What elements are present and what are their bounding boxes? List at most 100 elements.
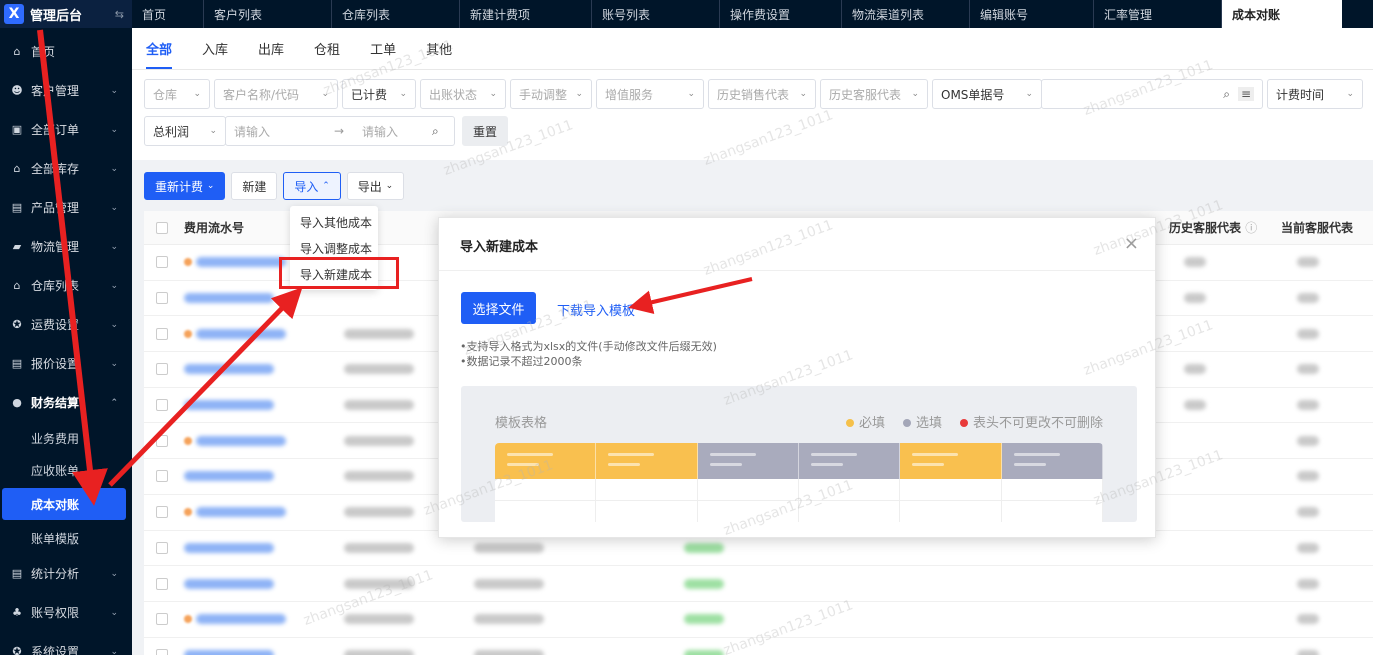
chevron-down-icon: ⌄ [687, 89, 695, 99]
row-checkbox[interactable] [156, 648, 168, 655]
new-button[interactable]: 新建 [231, 172, 278, 200]
top-tab[interactable]: 仓库列表 [332, 0, 460, 28]
profit-range-input[interactable]: 请输入 → 请输入 ⌕ [225, 116, 455, 146]
sidebar-item[interactable]: ⌂ 仓库列表 ⌄ [0, 266, 132, 305]
filter-select[interactable]: 仓库 ⌄ [144, 79, 210, 109]
redacted-cell [1297, 542, 1319, 553]
sidebar-item[interactable]: ✪ 系统设置 ⌄ [0, 632, 132, 655]
template-row [495, 479, 1103, 501]
template-preview: 模板表格 必填 选填 表头不可更改不可删除 [461, 386, 1137, 522]
sub-tab[interactable]: 全部 [146, 39, 173, 69]
row-checkbox[interactable] [156, 470, 168, 483]
filter-select[interactable]: OMS单据号 ⌄ [932, 79, 1042, 109]
range-to-input[interactable]: 请输入 [362, 123, 432, 140]
sidebar-item-label: 首页 [31, 45, 56, 59]
sub-tab[interactable]: 仓租 [314, 39, 340, 69]
row-checkbox[interactable] [156, 541, 168, 554]
row-checkbox[interactable] [156, 506, 168, 519]
profit-select[interactable]: 总利润 ⌄ [144, 116, 226, 146]
sidebar-item[interactable]: ▣ 全部订单 ⌄ [0, 110, 132, 149]
top-tab[interactable]: 新建计费项 [460, 0, 592, 28]
table-row[interactable] [144, 602, 1373, 638]
sidebar-item[interactable]: ⌂ 全部库存 ⌄ [0, 149, 132, 188]
top-tab[interactable]: 客户列表 [204, 0, 332, 28]
sidebar-subitem[interactable]: 成本对账 [2, 488, 126, 520]
filter-select[interactable]: 客户名称/代码 ⌄ [214, 79, 338, 109]
import-menu-item[interactable]: 导入其他成本 [290, 209, 378, 235]
collapse-icon[interactable]: ⇆ [115, 8, 124, 21]
sidebar-item[interactable]: ● 财务结算 ⌃ [0, 383, 132, 422]
search-icon[interactable]: ⌕ [432, 124, 439, 139]
range-from-input[interactable]: 请输入 [234, 123, 334, 140]
sub-tab[interactable]: 入库 [202, 39, 228, 69]
note-format: •支持导入格式为xlsx的文件(手动修改文件后缀无效) [460, 340, 717, 353]
table-row[interactable] [144, 638, 1373, 655]
sidebar-item[interactable]: ☻ 客户管理 ⌄ [0, 71, 132, 110]
row-checkbox[interactable] [156, 613, 168, 626]
close-icon[interactable]: × [1124, 233, 1139, 254]
sidebar-subitem[interactable]: 应收账单 [0, 454, 132, 486]
sidebar-item[interactable]: ▰ 物流管理 ⌄ [0, 227, 132, 266]
filter-select[interactable]: 已计费 ⌄ [342, 79, 416, 109]
sidebar-item-label: 全部库存 [31, 162, 80, 176]
top-tab[interactable]: 操作费设置 [720, 0, 842, 28]
filter-select[interactable]: 增值服务 ⌄ [596, 79, 704, 109]
sidebar-item[interactable]: ⌂ 首页 [0, 32, 132, 71]
download-template-link[interactable]: 下载导入模板 [557, 300, 635, 319]
filter-select[interactable]: 出账状态 ⌄ [420, 79, 506, 109]
template-header-cell [900, 443, 1002, 479]
row-checkbox[interactable] [156, 434, 168, 447]
row-checkbox[interactable] [156, 399, 168, 412]
select-file-button[interactable]: 选择文件 [461, 292, 536, 324]
sidebar-item[interactable]: ▤ 统计分析 ⌄ [0, 554, 132, 593]
billing-time-select[interactable]: 计费时间 ⌄ [1267, 79, 1363, 109]
chevron-down-icon: ⌄ [110, 241, 118, 252]
table-row[interactable] [144, 566, 1373, 602]
chevron-down-icon: ⌄ [110, 85, 118, 96]
reset-button[interactable]: 重置 [462, 116, 509, 146]
redacted-badge [684, 649, 724, 655]
sub-tab[interactable]: 工单 [370, 39, 396, 69]
chart-icon: ▤ [11, 566, 23, 580]
sidebar-item[interactable]: ▤ 报价设置 ⌄ [0, 344, 132, 383]
redacted-cell [1184, 400, 1206, 411]
chevron-down-icon: ⌄ [110, 358, 118, 369]
export-button[interactable]: 导出 ⌄ [346, 172, 405, 200]
sub-tab[interactable]: 出库 [258, 39, 284, 69]
top-tab-active[interactable]: 成本对账 [1222, 0, 1342, 28]
top-tab[interactable]: 账号列表 [592, 0, 720, 28]
sub-tab[interactable]: 其他 [426, 39, 452, 69]
row-checkbox[interactable] [156, 256, 168, 269]
top-tab[interactable]: 物流渠道列表 [842, 0, 970, 28]
filter-select[interactable]: 历史销售代表 ⌄ [708, 79, 816, 109]
row-checkbox[interactable] [156, 363, 168, 376]
search-icon[interactable]: ⌕ [1223, 87, 1230, 102]
arrow-right-icon: → [334, 124, 345, 138]
sidebar-item[interactable]: ♣ 账号权限 ⌄ [0, 593, 132, 632]
row-checkbox[interactable] [156, 292, 168, 305]
row-checkbox[interactable] [156, 577, 168, 590]
serial-number-redacted [184, 400, 274, 411]
filter-select[interactable]: 历史客服代表 ⌄ [820, 79, 928, 109]
redacted-cell [474, 614, 544, 625]
sidebar-item[interactable]: ▤ 产品管理 ⌄ [0, 188, 132, 227]
sidebar-subitem[interactable]: 账单模版 [0, 522, 132, 554]
top-tab[interactable]: 汇率管理 [1094, 0, 1222, 28]
oms-number-input[interactable]: ⌕ ≡ [1041, 79, 1263, 109]
recalculate-button[interactable]: 重新计费 ⌄ [144, 172, 226, 200]
legend-dot-icon [902, 419, 911, 427]
select-all-checkbox[interactable] [156, 221, 168, 234]
chevron-down-icon: ⌄ [110, 607, 118, 618]
row-checkbox[interactable] [156, 327, 168, 340]
redacted-cell [474, 578, 544, 589]
list-icon[interactable]: ≡ [1237, 87, 1254, 101]
top-tab[interactable]: 首页 [132, 0, 204, 28]
filter-select[interactable]: 手动调整 ⌄ [510, 79, 592, 109]
status-dot [184, 258, 192, 267]
sidebar-item[interactable]: ✪ 运费设置 ⌄ [0, 305, 132, 344]
redacted-cell [1184, 293, 1206, 304]
import-button[interactable]: 导入 ⌃ [283, 172, 341, 200]
sidebar-subitem[interactable]: 业务费用 [0, 422, 132, 454]
top-tab[interactable]: 编辑账号 [970, 0, 1094, 28]
column-current-service-header: 当前客服代表 [1281, 221, 1354, 235]
